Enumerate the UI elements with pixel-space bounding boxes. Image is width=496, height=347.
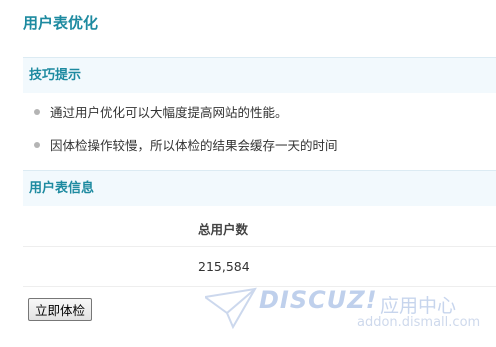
bullet-icon: [34, 108, 40, 115]
page-title: 用户表优化: [23, 14, 99, 32]
watermark-url: addon.dismall.com: [357, 315, 481, 330]
tip-item: 因体检操作较慢，所以体检的结果会缓存一天的时间: [34, 135, 338, 154]
tips-section-header: 技巧提示: [23, 57, 496, 93]
user-table-info-title: 用户表信息: [29, 181, 95, 196]
bullet-icon: [34, 141, 40, 148]
discuz-watermark: DISCUZ! 应用中心 addon.dismall.com: [205, 281, 496, 343]
total-users-value: 215,584: [198, 259, 250, 274]
tip-text: 因体检操作较慢，所以体检的结果会缓存一天的时间: [50, 138, 338, 153]
check-now-button[interactable]: 立即体检: [28, 298, 93, 321]
tip-text: 通过用户优化可以大幅度提高网站的性能。: [50, 105, 288, 120]
watermark-subtitle: 应用中心: [380, 295, 457, 317]
tip-item: 通过用户优化可以大幅度提高网站的性能。: [34, 102, 288, 121]
user-table-info-header: 用户表信息: [23, 170, 496, 206]
table-divider: [23, 246, 496, 247]
total-users-header: 总用户数: [198, 222, 249, 237]
watermark-brand: DISCUZ!: [259, 286, 378, 314]
paper-plane-icon: [205, 287, 257, 330]
tips-section-title: 技巧提示: [29, 68, 82, 83]
